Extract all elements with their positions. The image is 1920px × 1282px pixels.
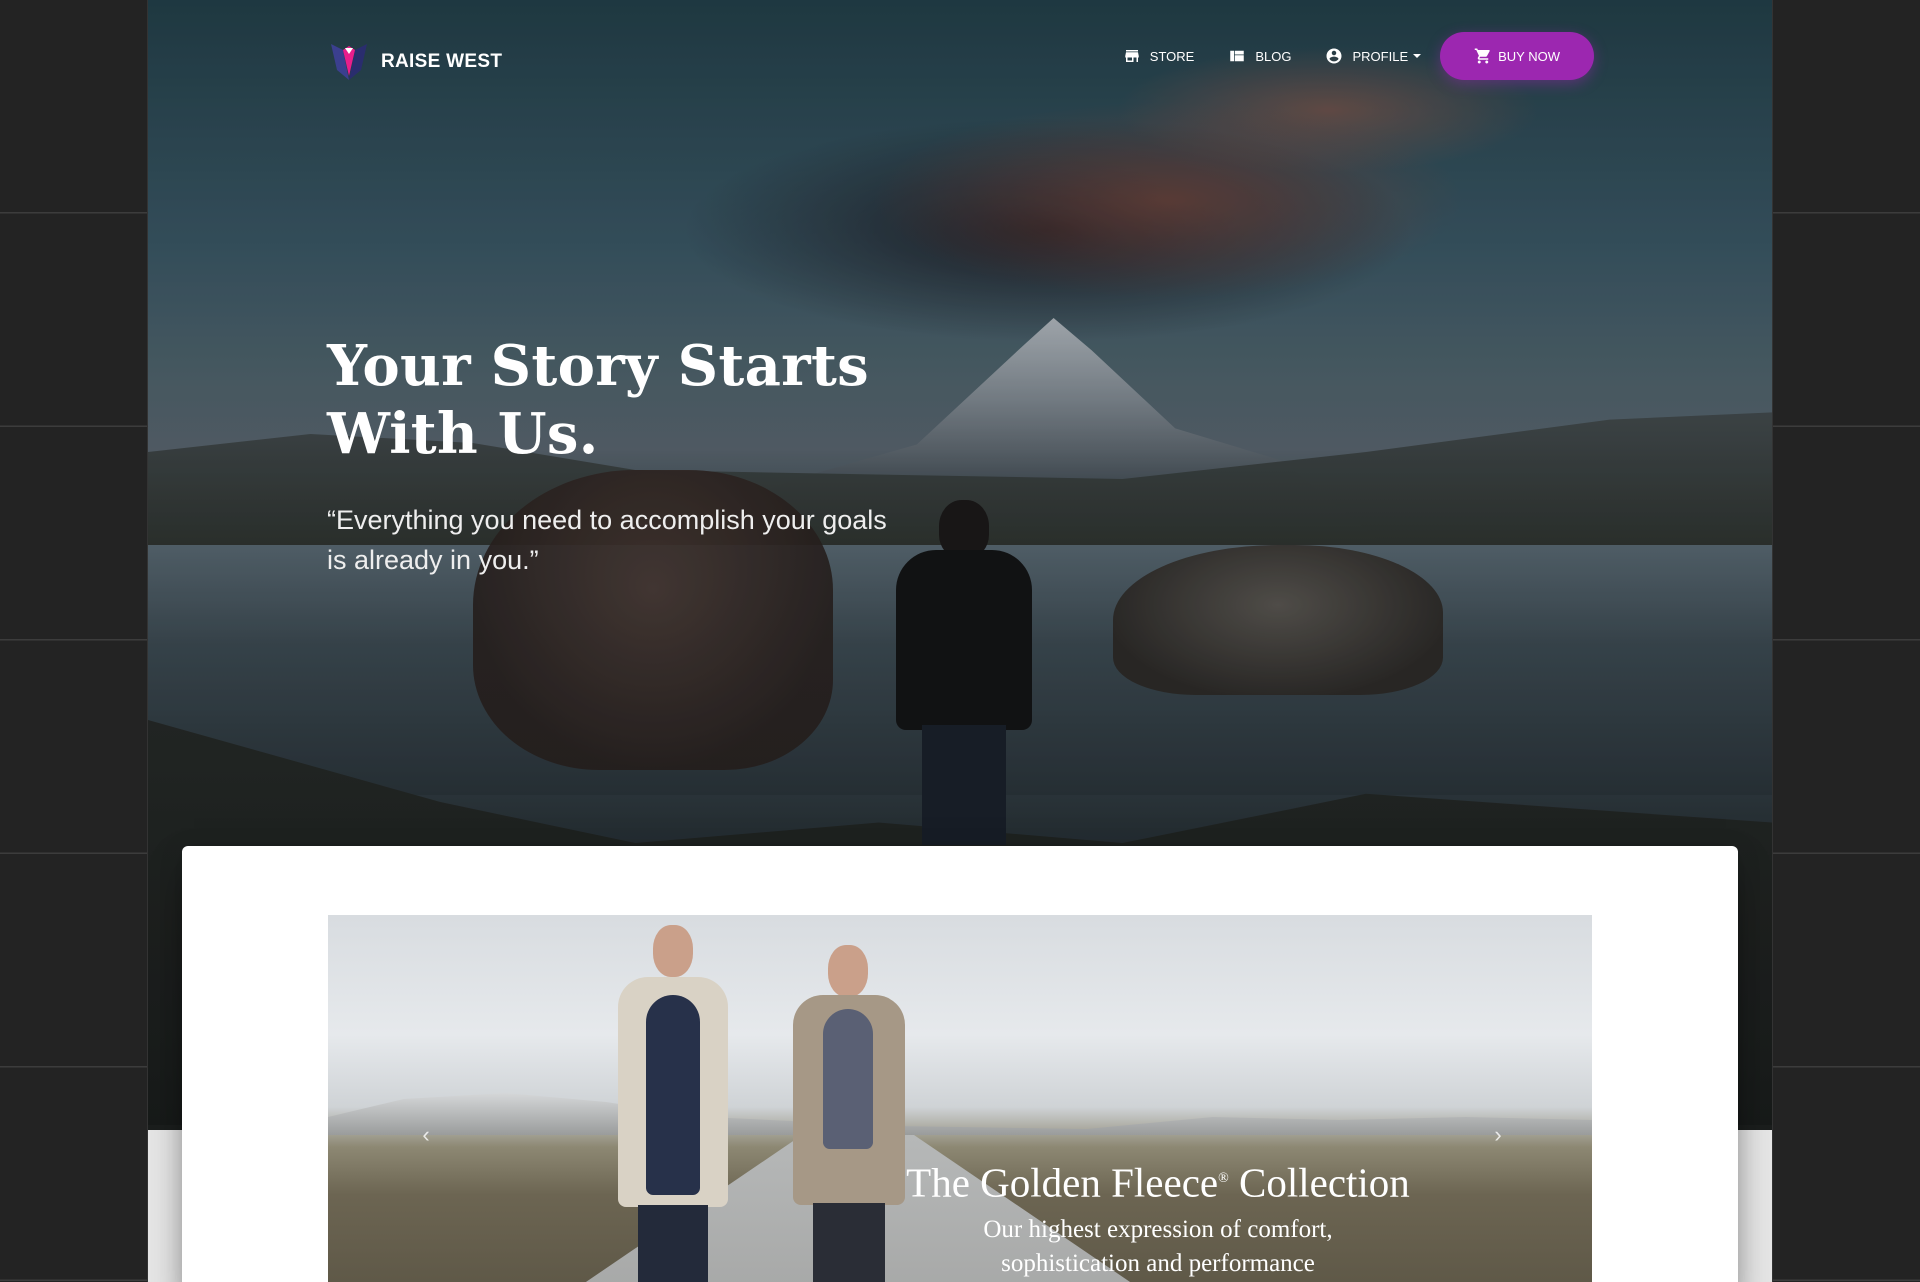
hero-quote: “Everything you need to accomplish your … bbox=[327, 500, 947, 580]
brand-name: RAISE WEST bbox=[381, 51, 503, 72]
left-background-panel bbox=[0, 0, 148, 1282]
carousel-model bbox=[608, 915, 738, 1282]
navbar: RAISE WEST STORE BLOG PROFILE BUY NOW bbox=[148, 0, 1772, 110]
caption-title-end: Collection bbox=[1228, 1159, 1410, 1206]
nav-profile-label: PROFILE bbox=[1352, 48, 1409, 64]
nav-profile-dropdown[interactable]: PROFILE bbox=[1308, 31, 1438, 81]
carousel-next-arrow[interactable]: › bbox=[1488, 1124, 1508, 1146]
store-icon bbox=[1125, 50, 1139, 62]
registered-mark: ® bbox=[1218, 1171, 1229, 1186]
main-card: ‹ › The Golden Fleece® Collection Our hi… bbox=[182, 846, 1738, 1282]
carousel: ‹ › The Golden Fleece® Collection Our hi… bbox=[328, 915, 1592, 1282]
nav-links: STORE BLOG PROFILE BUY NOW bbox=[1106, 31, 1594, 81]
account-circle-icon bbox=[1326, 48, 1342, 64]
hero-text: Your Story Starts With Us. “Everything y… bbox=[327, 332, 947, 580]
carousel-hills bbox=[328, 1093, 1592, 1135]
buy-now-button[interactable]: BUY NOW bbox=[1440, 32, 1594, 80]
caption-sub-line1: Our highest expression of comfort, bbox=[983, 1215, 1333, 1243]
hero-title-line1: Your Story Starts bbox=[327, 333, 869, 399]
cart-icon bbox=[1474, 48, 1490, 64]
hero-quote-line2: is already in you.” bbox=[327, 545, 539, 575]
carousel-caption: The Golden Fleece® Collection Our highes… bbox=[858, 1155, 1458, 1281]
nav-blog-label: BLOG bbox=[1255, 48, 1292, 64]
chevron-down-icon bbox=[1413, 54, 1422, 58]
buy-now-label: BUY NOW bbox=[1498, 48, 1560, 64]
dashboard-icon bbox=[1230, 50, 1245, 62]
nav-store-link[interactable]: STORE bbox=[1106, 31, 1212, 81]
brand-logo-icon bbox=[331, 44, 367, 80]
hero-title-line2: With Us. bbox=[327, 401, 599, 467]
caption-title-text: The Golden Fleece bbox=[906, 1159, 1219, 1206]
hero-quote-line1: “Everything you need to accomplish your … bbox=[327, 505, 887, 535]
caption-title: The Golden Fleece® Collection bbox=[858, 1155, 1458, 1207]
nav-blog-link[interactable]: BLOG bbox=[1211, 31, 1308, 81]
brand-link[interactable]: RAISE WEST bbox=[327, 40, 502, 84]
hero-title: Your Story Starts With Us. bbox=[327, 332, 947, 468]
carousel-prev-arrow[interactable]: ‹ bbox=[416, 1124, 436, 1146]
page: RAISE WEST STORE BLOG PROFILE BUY NOW Yo… bbox=[148, 0, 1772, 1282]
nav-store-label: STORE bbox=[1149, 48, 1195, 64]
caption-sub-line2: sophistication and performance bbox=[1001, 1249, 1315, 1277]
right-background-panel bbox=[1772, 0, 1920, 1282]
caption-subtitle: Our highest expression of comfort, sophi… bbox=[858, 1213, 1458, 1281]
